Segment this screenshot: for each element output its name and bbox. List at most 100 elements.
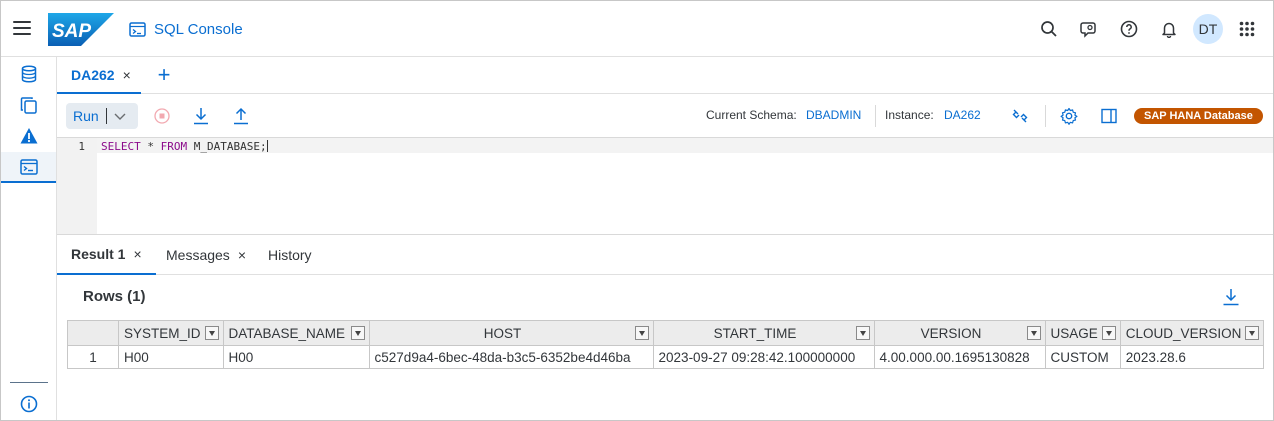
filter-dropdown-icon[interactable]	[1026, 326, 1041, 340]
settings-icon[interactable]	[1059, 106, 1079, 126]
row-number-header	[67, 320, 119, 346]
row-number-cell: 1	[67, 345, 119, 369]
upload-icon[interactable]	[231, 106, 251, 126]
download-icon[interactable]	[1221, 287, 1241, 307]
app-title-text: SQL Console	[154, 20, 243, 38]
editor-tab-da262[interactable]: DA262 ×	[57, 57, 141, 94]
info-icon	[20, 395, 37, 413]
column-header-usage[interactable]: USAGE	[1044, 320, 1121, 346]
nav-sql-console[interactable]	[1, 152, 56, 183]
active-line-highlight	[97, 138, 1273, 153]
database-icon	[21, 64, 36, 83]
column-header-label: DATABASE_NAME	[228, 325, 346, 341]
sql-editor[interactable]: 1 SELECT * FROM M_DATABASE;	[57, 138, 1273, 235]
nav-alerts[interactable]	[1, 120, 56, 151]
nav-info[interactable]	[1, 390, 56, 418]
filter-dropdown-icon[interactable]	[1245, 326, 1260, 340]
tab-label: History	[268, 247, 312, 263]
filter-dropdown-icon[interactable]	[204, 326, 219, 340]
stop-icon[interactable]	[152, 106, 172, 126]
shell-bar: SAP SQL Console DT	[1, 1, 1273, 57]
column-header-label: USAGE	[1050, 325, 1098, 341]
column-header-label: CLOUD_VERSION	[1125, 325, 1242, 341]
avatar[interactable]: DT	[1193, 14, 1223, 44]
result-grid: SYSTEM_ID DATABASE_NAME HOST START_TIME …	[67, 320, 1265, 369]
filter-dropdown-icon[interactable]	[634, 326, 649, 340]
tab-history[interactable]: History	[268, 235, 312, 275]
result-tab-bar: Result 1 × Messages × History	[57, 235, 1273, 275]
table-cell[interactable]: CUSTOM	[1044, 345, 1121, 369]
editor-toolbar: Run Current Schema: DBADMIN Instance: DA…	[57, 94, 1273, 138]
column-header-host[interactable]: HOST	[368, 320, 654, 346]
line-number: 1	[78, 140, 85, 153]
filter-dropdown-icon[interactable]	[855, 326, 870, 340]
svg-text:SAP: SAP	[52, 21, 91, 42]
table-cell[interactable]: c527d9a4-6bec-48da-b3c5-6352be4d46ba	[368, 345, 654, 369]
column-header-label: VERSION	[920, 325, 982, 341]
connect-icon[interactable]	[1010, 106, 1030, 126]
rows-count-title: Rows (1)	[83, 288, 146, 305]
editor-tab-label: DA262	[71, 66, 115, 83]
column-header-version[interactable]: VERSION	[873, 320, 1046, 346]
toolbar-separator	[875, 105, 876, 127]
app-grid-icon[interactable]	[1231, 13, 1263, 45]
editor-tab-bar: DA262 × +	[57, 57, 1273, 94]
line-number-gutter: 1	[57, 138, 97, 234]
table-cell[interactable]: 2023.28.6	[1119, 345, 1265, 369]
filter-dropdown-icon[interactable]	[350, 326, 365, 340]
run-button[interactable]: Run	[66, 103, 138, 129]
menu-icon[interactable]	[13, 21, 31, 35]
table-cell[interactable]: H00	[222, 345, 370, 369]
text-cursor	[266, 140, 268, 152]
chevron-down-icon[interactable]	[107, 111, 127, 121]
schema-label: Current Schema:	[706, 108, 797, 122]
alert-icon	[20, 127, 37, 143]
add-tab-button[interactable]: +	[153, 62, 175, 87]
copy-icon	[20, 96, 37, 114]
help-icon[interactable]	[1113, 13, 1145, 45]
sql-code-line[interactable]: SELECT * FROM M_DATABASE;	[101, 140, 268, 153]
instance-label: Instance:	[885, 108, 934, 122]
column-header-system-id[interactable]: SYSTEM_ID	[118, 320, 224, 346]
column-header-label: START_TIME	[713, 325, 797, 341]
table-cell[interactable]: H00	[118, 345, 224, 369]
app-title[interactable]: SQL Console	[129, 17, 243, 41]
column-header-database-name[interactable]: DATABASE_NAME	[222, 320, 370, 346]
filter-dropdown-icon[interactable]	[1101, 326, 1116, 340]
table-cell[interactable]: 2023-09-27 09:28:42.100000000	[652, 345, 875, 369]
schema-value[interactable]: DBADMIN	[806, 108, 861, 122]
nav-database-explorer[interactable]	[1, 58, 56, 89]
tab-label: Result 1	[71, 246, 126, 262]
sql-console-icon	[19, 158, 38, 175]
sql-table-name: M_DATABASE;	[187, 140, 267, 153]
column-header-label: SYSTEM_ID	[124, 325, 201, 341]
feedback-icon[interactable]	[1073, 13, 1105, 45]
notifications-icon[interactable]	[1153, 13, 1185, 45]
sql-keyword-from: FROM	[160, 140, 188, 153]
table-cell[interactable]: 4.00.000.00.1695130828	[873, 345, 1046, 369]
result-header-row: SYSTEM_ID DATABASE_NAME HOST START_TIME …	[67, 320, 1265, 346]
sql-star: *	[140, 140, 161, 153]
tab-result-1[interactable]: Result 1 ×	[57, 235, 156, 275]
close-icon[interactable]: ×	[123, 67, 131, 83]
instance-value[interactable]: DA262	[944, 108, 981, 122]
tab-messages[interactable]: Messages ×	[166, 235, 246, 275]
sql-keyword-select: SELECT	[101, 140, 141, 153]
close-icon[interactable]: ×	[238, 247, 246, 263]
side-panel-icon[interactable]	[1099, 106, 1119, 126]
console-icon	[129, 21, 146, 37]
side-navigation	[1, 57, 57, 420]
search-icon[interactable]	[1033, 13, 1065, 45]
close-icon[interactable]: ×	[133, 246, 141, 262]
table-row[interactable]: 1 H00 H00 c527d9a4-6bec-48da-b3c5-6352be…	[67, 345, 1265, 369]
nav-copy[interactable]	[1, 89, 56, 120]
column-header-cloud-version[interactable]: CLOUD_VERSION	[1119, 320, 1265, 346]
sap-logo[interactable]: SAP	[48, 13, 114, 46]
tab-label: Messages	[166, 247, 230, 263]
database-type-badge: SAP HANA Database	[1134, 108, 1263, 124]
column-header-start-time[interactable]: START_TIME	[652, 320, 875, 346]
nav-separator	[10, 382, 48, 383]
run-button-label: Run	[73, 108, 99, 124]
download-icon[interactable]	[191, 106, 211, 126]
column-header-label: HOST	[483, 325, 522, 341]
